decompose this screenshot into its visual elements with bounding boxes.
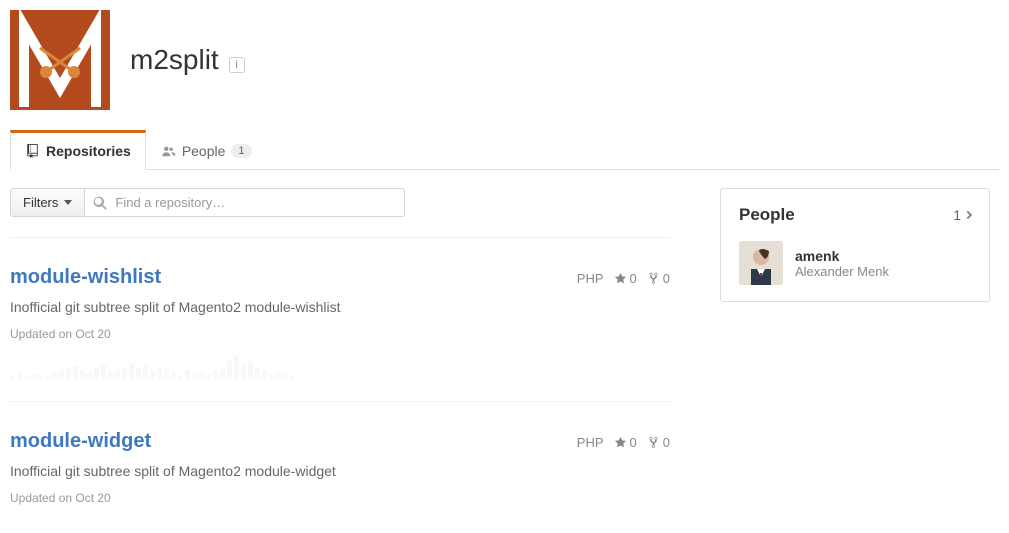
repo-language: PHP	[577, 435, 604, 450]
person-avatar	[739, 241, 783, 285]
repo-list: module-wishlist PHP 0 0 Inofficial git	[10, 237, 670, 523]
repo-forks-count: 0	[663, 435, 670, 450]
repo-name-link[interactable]: module-widget	[10, 430, 151, 453]
people-icon	[161, 144, 176, 158]
filters-label: Filters	[23, 195, 58, 210]
person-fullname: Alexander Menk	[795, 264, 889, 279]
person-text: amenk Alexander Menk	[795, 248, 889, 279]
search-wrap	[85, 188, 405, 217]
tab-repositories-label: Repositories	[46, 143, 131, 159]
activity-sparkline	[10, 349, 670, 383]
repo-stars[interactable]: 0	[614, 271, 637, 286]
repo-forks-count: 0	[663, 271, 670, 286]
tab-repositories[interactable]: Repositories	[10, 130, 146, 170]
repo-language: PHP	[577, 271, 604, 286]
tab-people-label: People	[182, 143, 226, 159]
people-count: 1	[953, 207, 961, 223]
repo-stars-count: 0	[630, 271, 637, 286]
search-input[interactable]	[113, 189, 396, 216]
sidebar: People 1 a	[720, 188, 990, 302]
filter-row: Filters	[10, 188, 670, 217]
repo-updated: Updated on Oct 20	[10, 327, 670, 341]
repo-description: Inofficial git subtree split of Magento2…	[10, 463, 670, 479]
org-name: m2split	[130, 44, 219, 75]
org-header: m2split i	[10, 10, 999, 110]
chevron-right-icon	[964, 211, 972, 219]
repo-stars-count: 0	[630, 435, 637, 450]
repo-name-link[interactable]: module-wishlist	[10, 266, 161, 289]
repo-forks[interactable]: 0	[647, 271, 670, 286]
repo-item: module-widget PHP 0 0 Inofficial git su	[10, 402, 670, 523]
repo-meta: PHP 0 0	[577, 435, 670, 450]
repo-forks[interactable]: 0	[647, 435, 670, 450]
star-icon	[614, 272, 627, 285]
fork-icon	[647, 272, 660, 285]
chevron-down-icon	[64, 200, 72, 205]
search-icon	[93, 196, 107, 210]
repo-item: module-wishlist PHP 0 0 Inofficial git	[10, 238, 670, 402]
star-icon	[614, 436, 627, 449]
repo-stars[interactable]: 0	[614, 435, 637, 450]
people-heading: People	[739, 205, 795, 225]
repo-icon	[25, 144, 40, 158]
tab-people[interactable]: People 1	[146, 130, 267, 170]
fork-icon	[647, 436, 660, 449]
people-box: People 1 a	[720, 188, 990, 302]
repo-meta: PHP 0 0	[577, 271, 670, 286]
tab-people-count: 1	[231, 144, 251, 158]
org-avatar[interactable]	[10, 10, 110, 110]
tabnav: Repositories People 1	[10, 130, 999, 170]
repo-description: Inofficial git subtree split of Magento2…	[10, 299, 670, 315]
person-item[interactable]: amenk Alexander Menk	[739, 241, 971, 285]
people-count-link[interactable]: 1	[953, 207, 971, 223]
org-title-wrap: m2split i	[130, 44, 245, 76]
main-column: Filters module-wishlist PHP 0	[10, 188, 670, 523]
filters-button[interactable]: Filters	[10, 188, 85, 217]
info-icon[interactable]: i	[229, 57, 245, 73]
person-username: amenk	[795, 248, 889, 264]
org-avatar-image	[10, 10, 110, 110]
